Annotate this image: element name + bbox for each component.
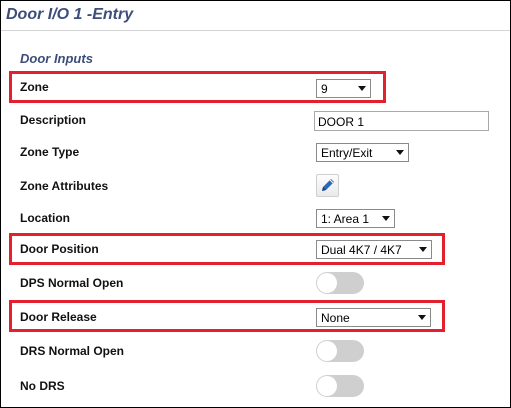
location-select-value: 1: Area 1 bbox=[321, 212, 370, 226]
header-divider bbox=[1, 30, 510, 31]
location-label: Location bbox=[20, 211, 70, 225]
toggle-knob bbox=[317, 341, 337, 361]
door-release-highlight-box bbox=[9, 300, 445, 332]
chevron-down-icon bbox=[396, 150, 404, 155]
description-input[interactable]: DOOR 1 bbox=[314, 111, 489, 131]
zone-type-label: Zone Type bbox=[20, 145, 80, 159]
zone-type-select-value: Entry/Exit bbox=[321, 146, 373, 160]
drs-normal-open-toggle[interactable] bbox=[316, 340, 364, 362]
toggle-knob bbox=[317, 273, 337, 293]
door-position-highlight-box bbox=[9, 233, 445, 265]
page-title: Door I/O 1 -Entry bbox=[6, 6, 134, 23]
drs-normal-open-label: DRS Normal Open bbox=[20, 344, 125, 358]
dps-normal-open-toggle[interactable] bbox=[316, 272, 364, 294]
no-drs-toggle[interactable] bbox=[316, 375, 364, 397]
pencil-edit-icon bbox=[322, 179, 334, 191]
zone-attributes-edit-button[interactable] bbox=[316, 174, 339, 197]
description-label: Description bbox=[20, 113, 87, 127]
no-drs-label: No DRS bbox=[20, 379, 65, 393]
location-select[interactable]: 1: Area 1 bbox=[316, 209, 395, 228]
section-title-door-inputs: Door Inputs bbox=[20, 51, 93, 66]
zone-attributes-label: Zone Attributes bbox=[20, 179, 109, 193]
chevron-down-icon bbox=[382, 216, 390, 221]
zone-type-select[interactable]: Entry/Exit bbox=[316, 143, 409, 162]
zone-highlight-box bbox=[9, 71, 386, 103]
toggle-knob bbox=[317, 376, 337, 396]
dps-normal-open-label: DPS Normal Open bbox=[20, 276, 124, 290]
